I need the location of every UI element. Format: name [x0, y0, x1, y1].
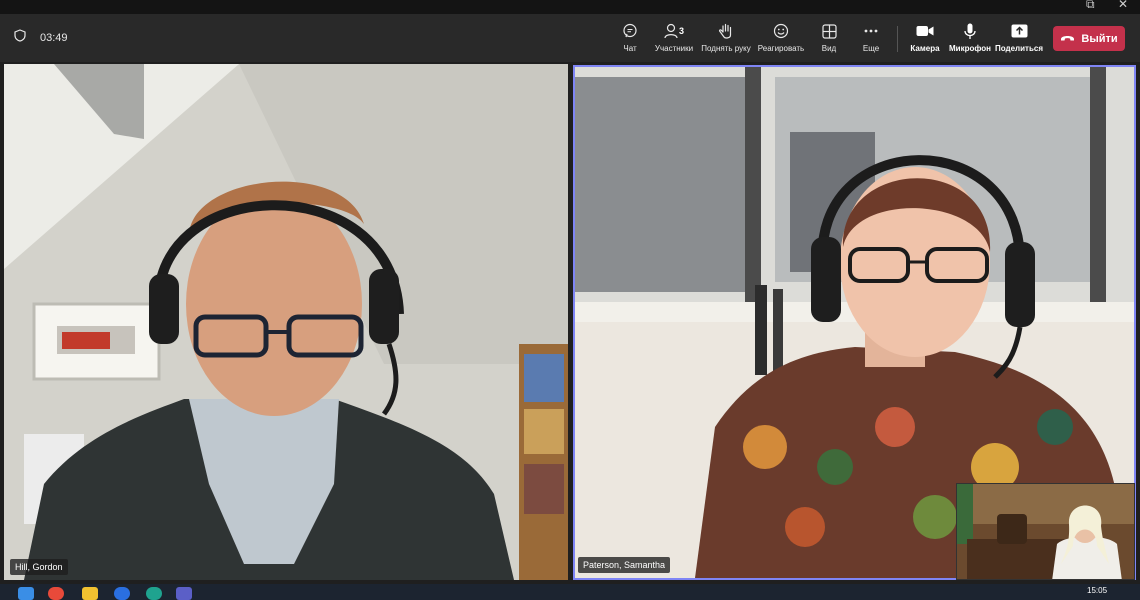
shield-icon[interactable]	[14, 29, 26, 47]
mic-icon	[964, 22, 976, 40]
hand-icon	[718, 22, 734, 40]
participant-name-label: Hill, Gordon	[10, 559, 68, 575]
people-icon: 3	[664, 22, 684, 40]
teams-icon[interactable]	[176, 587, 192, 600]
participants-button[interactable]: 3 Участники	[646, 22, 702, 53]
meeting-timer: 03:49	[40, 32, 68, 44]
raise-hand-label: Поднять руку	[701, 44, 751, 53]
share-icon	[1011, 22, 1028, 40]
file-explorer-icon[interactable]	[82, 587, 98, 600]
active-speaker-name-label: Paterson, Samantha	[578, 557, 671, 573]
phone-hangup-icon	[1060, 33, 1075, 45]
self-view-frame	[957, 484, 1134, 579]
window-titlebar: ⧉ ✕	[0, 0, 1140, 14]
meeting-toolbar: 03:49 Чат 3 Участники Поднять руку Реаги…	[0, 14, 1140, 62]
leave-button[interactable]: Выйти	[1053, 26, 1125, 51]
camera-icon	[916, 22, 934, 40]
participant-video-tile[interactable]: Hill, Gordon	[4, 64, 568, 580]
view-label: Вид	[821, 44, 837, 53]
more-label: Еще	[862, 44, 880, 53]
mic-label: Микрофон	[949, 44, 991, 53]
raise-hand-button[interactable]: Поднять руку	[698, 22, 754, 53]
meeting-info: 03:49	[14, 29, 68, 47]
os-taskbar: 15:05	[0, 584, 1140, 600]
camera-label: Камера	[910, 44, 940, 53]
close-window-icon[interactable]: ✕	[1118, 0, 1128, 11]
chat-label: Чат	[623, 44, 637, 53]
edge-icon[interactable]	[114, 587, 130, 600]
self-view-video[interactable]	[956, 483, 1135, 580]
participants-count: 3	[678, 26, 684, 36]
participant-video-frame	[4, 64, 568, 580]
chrome-icon[interactable]	[48, 587, 64, 600]
share-button[interactable]: Поделиться	[991, 22, 1047, 53]
smile-icon	[773, 22, 789, 40]
react-label: Реагировать	[757, 44, 805, 53]
taskbar-clock: 15:05	[1087, 586, 1108, 595]
share-label: Поделиться	[994, 44, 1043, 53]
more-button[interactable]: Еще	[843, 22, 899, 53]
grid-icon	[821, 22, 837, 40]
participants-label: Участники	[654, 44, 694, 53]
leave-label: Выйти	[1081, 32, 1118, 45]
restore-window-icon[interactable]: ⧉	[1086, 0, 1095, 12]
chat-icon	[622, 22, 638, 40]
more-icon	[863, 22, 879, 40]
app-icon[interactable]	[146, 587, 162, 600]
windows-start-icon[interactable]	[18, 587, 34, 600]
microphone-button[interactable]: Микрофон	[942, 22, 998, 53]
